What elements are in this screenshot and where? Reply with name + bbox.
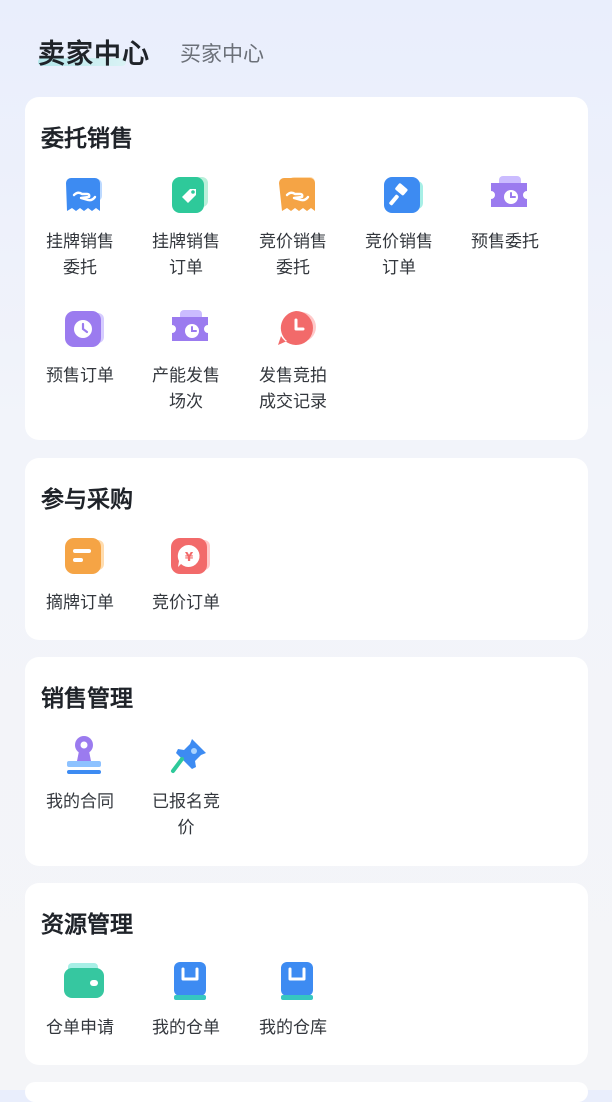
section-resource-management: 资源管理 仓单申请 我的仓单 我的仓库 xyxy=(25,883,588,1065)
menu-item-capacity-sale-sessions[interactable]: 产能发售 场次 xyxy=(136,307,236,417)
ticket-clock-icon xyxy=(168,307,212,351)
menu-item-label: 摘牌订单 xyxy=(46,593,114,613)
stamp-icon xyxy=(62,733,106,777)
menu-item-presale-orders[interactable]: 预售订单 xyxy=(30,307,130,417)
menu-item-presale-consignment[interactable]: 预售委托 xyxy=(455,173,555,283)
section-sales-management: 销售管理 我的合同 已报名竞 价 xyxy=(25,657,588,866)
menu-item-label: 预售订单 xyxy=(46,366,114,386)
ticket-clock-icon xyxy=(487,173,531,217)
pushpin-icon xyxy=(168,733,212,777)
menu-item-registered-bids[interactable]: 已报名竞 价 xyxy=(136,733,236,843)
clock-bubble-icon xyxy=(275,307,319,351)
menu-item-my-warehouse-receipts[interactable]: 我的仓单 xyxy=(136,959,236,1049)
menu-item-label: 挂牌销售 订单 xyxy=(152,232,220,278)
section-consignment-sales: 委托销售 挂牌销售 委托 挂牌销售 订单 竞价销售 委托 竞价销售 订单 预售委… xyxy=(25,97,588,440)
warehouse-book-icon xyxy=(168,959,212,1003)
menu-item-label: 竞价订单 xyxy=(152,593,220,613)
menu-item-listing-consignment[interactable]: 挂牌销售 委托 xyxy=(30,173,130,283)
menu-item-label: 预售委托 xyxy=(471,232,539,252)
section-title: 委托销售 xyxy=(41,126,133,152)
clock-icon xyxy=(62,307,106,351)
price-tag-icon xyxy=(168,173,212,217)
next-section-card xyxy=(25,1082,588,1102)
bid-hand-icon xyxy=(275,173,319,217)
header-tabs: 卖家中心 买家中心 xyxy=(0,0,612,96)
tab-seller-center[interactable]: 卖家中心 xyxy=(38,32,150,71)
menu-item-label: 我的合同 xyxy=(46,792,114,812)
listing-hand-icon xyxy=(62,173,106,217)
menu-item-label: 我的仓单 xyxy=(152,1018,220,1038)
menu-item-label: 挂牌销售 委托 xyxy=(46,232,114,278)
menu-item-listing-orders[interactable]: 挂牌销售 订单 xyxy=(136,173,236,283)
menu-item-warehouse-receipt-apply[interactable]: 仓单申请 xyxy=(30,959,130,1049)
section-procurement: 参与采购 摘牌订单 ¥ 竞价订单 xyxy=(25,458,588,640)
menu-item-label: 我的仓库 xyxy=(259,1018,327,1038)
auction-hammer-icon xyxy=(381,173,425,217)
menu-item-label: 竞价销售 委托 xyxy=(259,232,327,278)
menu-item-bid-purchase-orders[interactable]: ¥ 竞价订单 xyxy=(136,534,236,624)
section-title: 资源管理 xyxy=(41,912,133,938)
section-title: 参与采购 xyxy=(41,487,133,513)
menu-item-label: 竞价销售 订单 xyxy=(365,232,433,278)
menu-item-label: 发售竞拍 成交记录 xyxy=(259,366,327,412)
menu-item-bid-orders[interactable]: 竞价销售 订单 xyxy=(349,173,449,283)
menu-item-my-contracts[interactable]: 我的合同 xyxy=(30,733,130,843)
menu-item-label: 已报名竞 价 xyxy=(152,792,220,838)
warehouse-book-icon xyxy=(275,959,319,1003)
tab-buyer-center[interactable]: 买家中心 xyxy=(180,38,264,68)
section-title: 销售管理 xyxy=(41,686,133,712)
menu-item-my-warehouses[interactable]: 我的仓库 xyxy=(243,959,343,1049)
yen-bubble-icon: ¥ xyxy=(168,534,212,578)
svg-text:¥: ¥ xyxy=(185,550,194,564)
menu-item-bid-consignment[interactable]: 竞价销售 委托 xyxy=(243,173,343,283)
menu-item-delisting-orders[interactable]: 摘牌订单 xyxy=(30,534,130,624)
menu-item-label: 产能发售 场次 xyxy=(152,366,220,412)
menu-item-label: 仓单申请 xyxy=(46,1018,114,1038)
menu-item-auction-deal-records[interactable]: 发售竞拍 成交记录 xyxy=(243,307,343,417)
wallet-icon xyxy=(62,959,106,1003)
document-card-icon xyxy=(62,534,106,578)
